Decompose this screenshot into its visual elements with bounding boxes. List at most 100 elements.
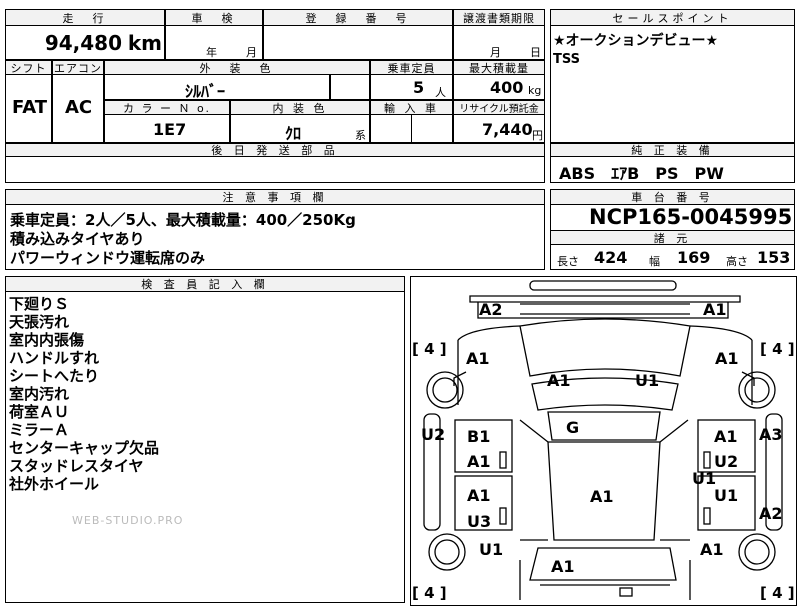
damage-mark: A1 [551, 557, 575, 576]
capacity-value: 5 [413, 78, 425, 97]
max-load-header: 最大積載量 [453, 60, 545, 75]
transfer-deadline-header: 譲渡書類期限 [453, 9, 545, 26]
tire-front-right-label: [ 4 ] [760, 340, 795, 358]
selling-point-cell: ★オークションデビュー★ TSS [550, 25, 795, 143]
dims-cell: 長さ 424 幅 169 高さ 153 [550, 244, 795, 270]
capacity-unit: 人 [435, 86, 446, 99]
inspector-line: 天張汚れ [9, 313, 70, 331]
damage-mark: A1 [715, 349, 739, 368]
inspection-cell: 年 月 [165, 25, 263, 60]
max-load-value: 400 [490, 78, 524, 97]
interior-color-value: ｸﾛ [285, 124, 302, 143]
mileage-value: 94,480 [44, 31, 122, 55]
equipment-cell: ABS ｴｱB PS PW [550, 156, 795, 183]
inspector-line: 社外ホイール [9, 475, 100, 493]
recycle-cell: 7,440 円 [453, 114, 545, 143]
width-value: 169 [677, 248, 711, 267]
damage-mark: G [566, 418, 579, 437]
recycle-header: リサイクル預託金 [453, 100, 545, 115]
damage-mark: A1 [703, 300, 727, 319]
notes-cell: 乗車定員：2人／5人、最大積載量：400／250Kg 積み込みタイヤあり パワー… [5, 204, 545, 270]
equipment-header: 純 正 装 備 [550, 143, 795, 157]
inspector-line: シートへたり [9, 367, 100, 385]
transfer-month: 月 [490, 46, 501, 59]
length-label: 長さ [557, 255, 579, 268]
registration-cell [263, 25, 453, 60]
capacity-header: 乗車定員 [370, 60, 453, 75]
aircon-value: AC [65, 97, 93, 118]
interior-color-suffix: 系 [355, 129, 366, 142]
damage-mark: U1 [479, 540, 503, 559]
damage-mark: A1 [547, 371, 571, 390]
interior-color-header: 内 装 色 [230, 100, 370, 115]
car-diagram: [ 4 ] [ 4 ] [ 4 ] [ 4 ] A2 A1 A1 A1 A1 U… [412, 280, 795, 602]
mileage-cell: 94,480 km [5, 25, 165, 60]
max-load-unit: kg [528, 84, 542, 97]
tire-rear-right-label: [ 4 ] [760, 584, 795, 602]
height-value: 153 [757, 248, 791, 267]
inspection-header: 車 検 [165, 9, 263, 26]
color-no-value: 1E7 [153, 120, 187, 139]
transfer-day: 日 [530, 46, 541, 59]
exterior-color-header: 外 装 色 [104, 60, 370, 75]
inspection-month: 月 [246, 46, 257, 59]
aircon-cell: AC [52, 74, 104, 143]
selling-point-line-1: ★オークションデビュー★ [553, 33, 719, 49]
damage-mark: B1 [467, 427, 490, 446]
damage-mark: A1 [714, 427, 738, 446]
inspector-line: センターキャップ欠品 [9, 439, 160, 457]
shift-cell: FAT [5, 74, 52, 143]
height-label: 高さ [726, 255, 748, 268]
import-cell-b [411, 114, 453, 143]
notes-line-2: 積み込みタイヤあり [10, 230, 145, 248]
damage-mark: U1 [714, 486, 738, 505]
damage-mark: U2 [421, 425, 445, 444]
inspector-line: 室内内張傷 [9, 331, 85, 349]
inspector-cell: 下廻りＳ 天張汚れ 室内内張傷 ハンドルすれ シートへたり 室内汚れ 荷室ＡＵ … [5, 291, 405, 603]
damage-mark: A1 [466, 349, 490, 368]
notes-header: 注 意 事 項 欄 [5, 189, 545, 205]
inspector-line: 荷室ＡＵ [9, 403, 70, 421]
inspector-notes: 下廻りＳ 天張汚れ 室内内張傷 ハンドルすれ シートへたり 室内汚れ 荷室ＡＵ … [9, 295, 159, 493]
damage-mark: A1 [590, 487, 614, 506]
mileage-unit: km [127, 31, 162, 55]
damage-mark: A3 [759, 425, 783, 444]
equipment-value: ABS ｴｱB PS PW [559, 164, 724, 183]
damage-mark: A1 [467, 486, 491, 505]
aircon-header: エアコン [52, 60, 104, 75]
notes-line-1: 乗車定員：2人／5人、最大積載量：400／250Kg [10, 211, 356, 229]
damage-mark: U1 [692, 469, 716, 488]
length-value: 424 [594, 248, 628, 267]
damage-mark: A1 [467, 452, 491, 471]
damage-mark: A1 [700, 540, 724, 559]
chassis-value: NCP165-0045995 [589, 205, 793, 229]
import-cell-a [370, 114, 412, 143]
color-no-cell: 1E7 [104, 114, 230, 143]
inspector-line: ミラーＡ [9, 421, 70, 439]
chassis-cell: NCP165-0045995 [550, 204, 795, 231]
exterior-color-cell: ｼﾙﾊﾞｰ [104, 74, 330, 101]
dims-header: 諸 元 [550, 230, 795, 245]
inspector-line: 室内汚れ [9, 385, 70, 403]
inspector-header: 検 査 員 記 入 欄 [5, 276, 405, 292]
recycle-value: 7,440 [482, 120, 533, 139]
tire-rear-left-label: [ 4 ] [412, 584, 447, 602]
inspector-line: スタッドレスタイヤ [9, 457, 144, 475]
watermark: WEB-STUDIO.PRO [72, 514, 184, 527]
selling-point-line-2: TSS [553, 52, 581, 67]
recycle-unit: 円 [532, 129, 543, 142]
later-parts-header: 後 日 発 送 部 品 [5, 143, 545, 157]
later-parts-cell [5, 156, 545, 183]
damage-mark: A2 [479, 300, 503, 319]
damage-mark: A2 [759, 504, 783, 523]
exterior-color-value: ｼﾙﾊﾞｰ [185, 82, 226, 101]
shift-value: FAT [12, 97, 48, 118]
transfer-deadline-cell: 月 日 [453, 25, 545, 60]
damage-mark: U2 [714, 452, 738, 471]
inspector-line: 下廻りＳ [9, 295, 70, 313]
shift-header: シフト [5, 60, 52, 75]
inspection-year: 年 [206, 46, 217, 59]
damage-mark: U3 [467, 512, 491, 531]
registration-header: 登 録 番 号 [263, 9, 453, 26]
inspector-line: ハンドルすれ [9, 349, 100, 367]
